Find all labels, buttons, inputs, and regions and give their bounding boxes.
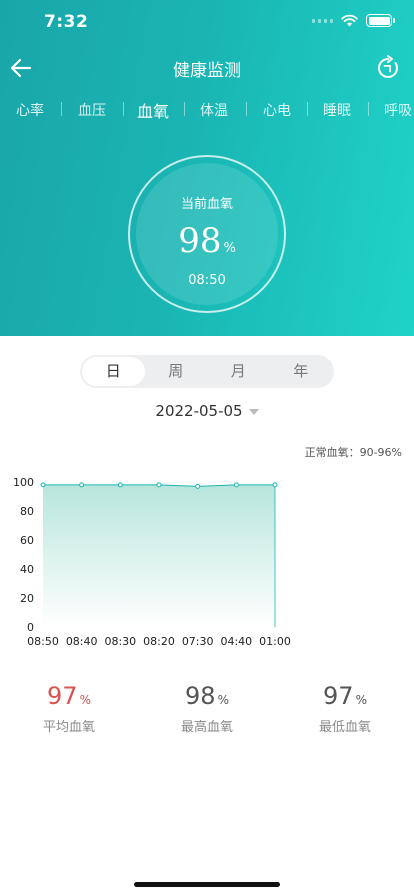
wifi-icon [341, 14, 358, 27]
chart-point [195, 483, 201, 489]
period-segmented-control: 日周月年 [80, 355, 334, 388]
status-bar: 7:32 [0, 0, 414, 44]
nav-bar: 健康监测 [0, 44, 414, 92]
period-tab-2[interactable]: 月 [207, 357, 270, 386]
caret-down-icon [248, 408, 259, 415]
y-tick-label: 40 [20, 563, 34, 576]
tab-2[interactable]: 血氧 [133, 98, 173, 122]
tab-divider [245, 102, 247, 116]
tab-4[interactable]: 心电 [257, 100, 297, 120]
stat-unit: % [79, 693, 91, 707]
y-tick-label: 60 [20, 534, 34, 547]
y-tick-label: 20 [20, 592, 34, 605]
tab-3[interactable]: 体温 [194, 100, 234, 120]
stat-label: 平均血氧 [42, 720, 95, 735]
gauge-value-unit: % [223, 241, 236, 256]
chart-area-fill [43, 484, 275, 627]
stat-label: 最高血氧 [180, 720, 233, 735]
chart-point [272, 482, 278, 488]
y-tick-label: 0 [27, 621, 34, 634]
stat-number: 97 [323, 682, 354, 710]
stat-value: 97% [9, 682, 129, 710]
battery-icon [366, 14, 395, 27]
status-icons [312, 14, 395, 27]
gauge-inner: 当前血氧 98% 08:50 [136, 163, 278, 305]
x-tick-label: 08:40 [66, 635, 98, 648]
header-hero: 7:32 健康监测 心率 血压 血氧 体温 心电 睡眠 呼吸 当前血氧 98% 08:50 [0, 0, 414, 336]
stat-unit: % [217, 693, 229, 707]
stat-value: 97% [285, 682, 405, 710]
x-tick-label: 04:40 [220, 635, 252, 648]
tab-0[interactable]: 心率 [10, 100, 50, 120]
tab-1[interactable]: 血压 [72, 100, 112, 120]
gauge-time: 08:50 [188, 273, 226, 288]
chart-point [156, 482, 162, 488]
x-tick-label: 01:00 [259, 635, 291, 648]
chart-point [79, 482, 85, 488]
tab-5[interactable]: 睡眠 [317, 100, 357, 120]
tab-divider [183, 102, 185, 116]
stat-item: 97% 平均血氧 [9, 682, 129, 735]
normal-range-label: 正常血氧：90-96% [304, 446, 402, 459]
chart-point [40, 482, 46, 488]
x-tick-label: 08:30 [104, 635, 136, 648]
tab-divider [367, 102, 369, 116]
stat-number: 97 [47, 682, 78, 710]
gauge-value: 98% [136, 221, 278, 261]
y-tick-label: 80 [20, 505, 34, 518]
stat-item: 98% 最高血氧 [147, 682, 267, 735]
y-tick-label: 100 [13, 476, 34, 489]
date-label: 2022-05-05 [155, 402, 243, 420]
x-tick-label: 08:50 [27, 635, 59, 648]
gauge-value-number: 98 [178, 221, 222, 261]
x-tick-label: 07:30 [182, 635, 214, 648]
tab-divider [61, 102, 62, 116]
tab-6[interactable]: 呼吸 [378, 100, 414, 120]
gauge-label: 当前血氧 [180, 197, 233, 212]
stats-row: 97% 平均血氧 98% 最高血氧 97% 最低血氧 [0, 682, 414, 742]
stat-unit: % [355, 693, 367, 707]
spo2-chart: 0 20 40 60 80 100 08:50 08:40 08:30 08:20 07:30 04:… [13, 476, 291, 648]
current-spo2-gauge: 当前血氧 98% 08:50 [128, 155, 286, 313]
x-tick-label: 08:20 [143, 635, 175, 648]
stat-number: 98 [185, 682, 216, 710]
date-picker[interactable]: 2022-05-05 [0, 402, 414, 420]
period-tab-0[interactable]: 日 [82, 357, 145, 386]
period-tab-3[interactable]: 年 [270, 357, 333, 386]
chart-point [233, 482, 239, 488]
period-tab-1[interactable]: 周 [145, 357, 208, 386]
tab-divider [307, 102, 308, 116]
stat-value: 98% [147, 682, 267, 710]
chart-point [117, 482, 123, 488]
tab-divider [122, 102, 124, 116]
cellular-signal-icon [312, 18, 333, 23]
refresh-icon[interactable] [374, 54, 402, 82]
home-indicator [134, 882, 280, 887]
metric-tabs: 心率 血压 血氧 体温 心电 睡眠 呼吸 [0, 92, 414, 126]
status-time: 7:32 [44, 12, 89, 32]
stat-item: 97% 最低血氧 [285, 682, 405, 735]
page-title: 健康监测 [173, 61, 241, 81]
stat-label: 最低血氧 [318, 720, 371, 735]
